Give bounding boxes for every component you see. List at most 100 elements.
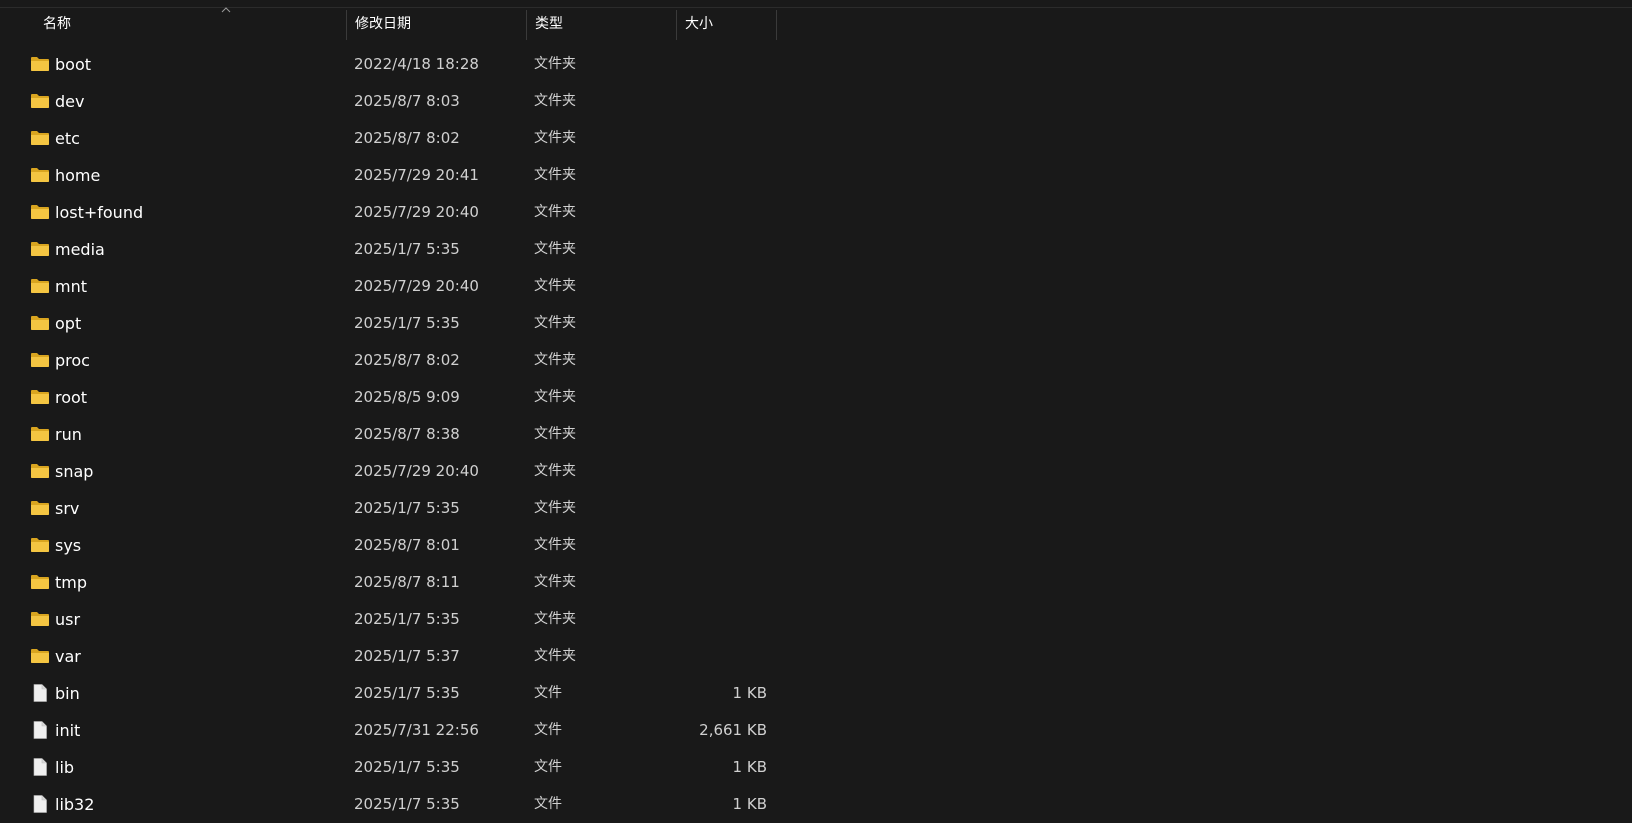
file-list-row[interactable]: lib32 2025/1/7 5:35 文件 1 KB xyxy=(0,786,780,823)
item-modified-date: 2025/1/7 5:35 xyxy=(354,499,460,517)
item-type: 文件夹 xyxy=(534,130,576,146)
item-name: init xyxy=(55,721,81,740)
item-type: 文件夹 xyxy=(534,500,576,516)
file-list-row[interactable]: tmp 2025/8/7 8:11 文件夹 xyxy=(0,564,780,601)
item-type: 文件夹 xyxy=(534,648,576,664)
item-modified-date: 2025/7/29 20:40 xyxy=(354,203,479,221)
column-header-date-label: 修改日期 xyxy=(355,16,411,32)
file-list-row[interactable]: var 2025/1/7 5:37 文件夹 xyxy=(0,638,780,675)
item-modified-date: 2025/8/7 8:11 xyxy=(354,573,460,591)
item-type: 文件夹 xyxy=(534,463,576,479)
file-icon xyxy=(33,758,47,776)
item-name: root xyxy=(55,388,88,407)
item-size xyxy=(607,231,767,268)
item-size xyxy=(607,120,767,157)
item-type: 文件夹 xyxy=(534,389,576,405)
item-name: usr xyxy=(55,610,81,629)
file-list-row[interactable]: dev 2025/8/7 8:03 文件夹 xyxy=(0,83,780,120)
file-list-row[interactable]: init 2025/7/31 22:56 文件 2,661 KB xyxy=(0,712,780,749)
column-header-row: 名称 修改日期 类型 大小 xyxy=(0,7,1632,40)
file-explorer-window: 名称 修改日期 类型 大小 boot 2022/4/18 18:28 文件夹 dev 2… xyxy=(0,0,1632,823)
item-modified-date: 2025/1/7 5:35 xyxy=(354,795,460,813)
file-icon xyxy=(33,795,47,813)
folder-icon xyxy=(31,575,49,589)
item-type: 文件夹 xyxy=(534,167,576,183)
folder-icon xyxy=(31,242,49,256)
file-list-row[interactable]: mnt 2025/7/29 20:40 文件夹 xyxy=(0,268,780,305)
item-modified-date: 2025/7/29 20:40 xyxy=(354,277,479,295)
item-name: media xyxy=(55,240,105,259)
item-size xyxy=(607,46,767,83)
column-header-name[interactable]: 名称 xyxy=(35,7,347,40)
file-list-row[interactable]: lost+found 2025/7/29 20:40 文件夹 xyxy=(0,194,780,231)
item-name: dev xyxy=(55,92,85,111)
item-size xyxy=(607,268,767,305)
item-size xyxy=(607,194,767,231)
item-type: 文件夹 xyxy=(534,352,576,368)
folder-icon xyxy=(31,501,49,515)
column-header-size[interactable]: 大小 xyxy=(677,8,777,40)
item-name: bin xyxy=(55,684,80,703)
column-header-name-label: 名称 xyxy=(43,16,71,32)
item-size xyxy=(607,83,767,120)
file-list-row[interactable]: srv 2025/1/7 5:35 文件夹 xyxy=(0,490,780,527)
folder-icon xyxy=(31,649,49,663)
file-list-row[interactable]: root 2025/8/5 9:09 文件夹 xyxy=(0,379,780,416)
item-size xyxy=(607,305,767,342)
item-name: boot xyxy=(55,55,92,74)
sort-ascending-icon xyxy=(221,7,231,13)
item-size: 1 KB xyxy=(732,758,767,776)
file-list-row[interactable]: home 2025/7/29 20:41 文件夹 xyxy=(0,157,780,194)
item-name: proc xyxy=(55,351,90,370)
file-list-row[interactable]: sys 2025/8/7 8:01 文件夹 xyxy=(0,527,780,564)
item-modified-date: 2025/7/31 22:56 xyxy=(354,721,479,739)
item-size: 2,661 KB xyxy=(699,721,767,739)
file-list-row[interactable]: opt 2025/1/7 5:35 文件夹 xyxy=(0,305,780,342)
item-size xyxy=(607,527,767,564)
column-separator[interactable] xyxy=(776,10,777,40)
item-size xyxy=(607,601,767,638)
file-list-row[interactable]: usr 2025/1/7 5:35 文件夹 xyxy=(0,601,780,638)
file-list-row[interactable]: bin 2025/1/7 5:35 文件 1 KB xyxy=(0,675,780,712)
item-modified-date: 2025/8/7 8:38 xyxy=(354,425,460,443)
item-name: tmp xyxy=(55,573,88,592)
item-modified-date: 2025/8/7 8:02 xyxy=(354,129,460,147)
file-list-row[interactable]: lib 2025/1/7 5:35 文件 1 KB xyxy=(0,749,780,786)
item-size: 1 KB xyxy=(732,795,767,813)
item-size xyxy=(607,379,767,416)
item-size xyxy=(607,157,767,194)
item-name: home xyxy=(55,166,101,185)
item-modified-date: 2025/8/5 9:09 xyxy=(354,388,460,406)
item-type: 文件夹 xyxy=(534,241,576,257)
item-name: var xyxy=(55,647,81,666)
item-type: 文件 xyxy=(534,685,562,701)
item-type: 文件 xyxy=(534,796,562,812)
item-type: 文件夹 xyxy=(534,56,576,72)
file-list-row[interactable]: media 2025/1/7 5:35 文件夹 xyxy=(0,231,780,268)
item-name: etc xyxy=(55,129,80,148)
file-list-row[interactable]: proc 2025/8/7 8:02 文件夹 xyxy=(0,342,780,379)
item-modified-date: 2022/4/18 18:28 xyxy=(354,55,479,73)
item-size xyxy=(607,453,767,490)
file-list-row[interactable]: run 2025/8/7 8:38 文件夹 xyxy=(0,416,780,453)
folder-icon xyxy=(31,205,49,219)
item-type: 文件夹 xyxy=(534,426,576,442)
file-list-row[interactable]: snap 2025/7/29 20:40 文件夹 xyxy=(0,453,780,490)
item-modified-date: 2025/1/7 5:35 xyxy=(354,314,460,332)
column-header-size-label: 大小 xyxy=(685,16,713,32)
column-header-type[interactable]: 类型 xyxy=(527,8,677,40)
item-size xyxy=(607,416,767,453)
folder-icon xyxy=(31,464,49,478)
item-modified-date: 2025/7/29 20:41 xyxy=(354,166,479,184)
item-name: opt xyxy=(55,314,82,333)
item-type: 文件 xyxy=(534,722,562,738)
file-list-row[interactable]: etc 2025/8/7 8:02 文件夹 xyxy=(0,120,780,157)
item-type: 文件夹 xyxy=(534,278,576,294)
column-header-date[interactable]: 修改日期 xyxy=(347,8,527,40)
item-name: sys xyxy=(55,536,82,555)
file-list-row[interactable]: boot 2022/4/18 18:28 文件夹 xyxy=(0,46,780,83)
item-size xyxy=(607,638,767,675)
item-size xyxy=(607,342,767,379)
item-name: run xyxy=(55,425,82,444)
item-size xyxy=(607,490,767,527)
